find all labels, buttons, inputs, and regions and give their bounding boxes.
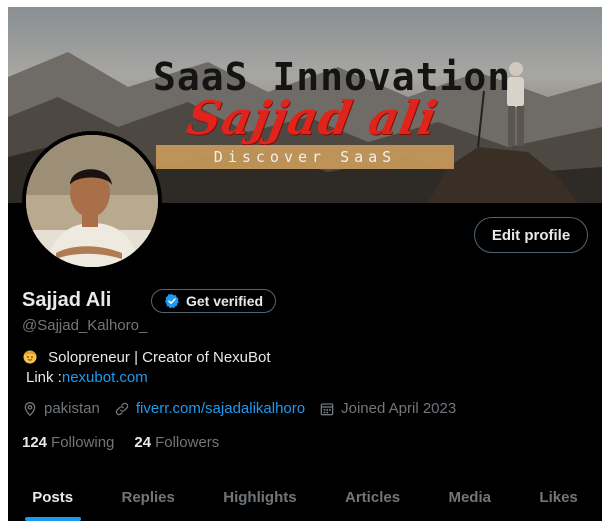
tab-articles[interactable]: Articles [321, 473, 424, 521]
website-link[interactable]: fiverr.com/sajadalikalhoro [136, 400, 305, 417]
tab-media[interactable]: Media [424, 473, 515, 521]
followers-label: Followers [155, 434, 220, 451]
bio-link-prefix: Link : [26, 369, 62, 386]
location-pin-icon [24, 401, 36, 416]
followers-link[interactable]: 24 Followers [134, 434, 219, 451]
tab-label: Likes [539, 488, 578, 506]
profile-tabs: Posts Replies Highlights Articles Media … [8, 473, 602, 521]
joined-text: Joined April 2023 [341, 400, 457, 417]
follow-stats: 124 Following 24 Followers [22, 434, 239, 451]
banner-strip-text: Discover SaaS [213, 148, 397, 166]
tab-likes[interactable]: Likes [515, 473, 602, 521]
verified-badge-icon [165, 294, 179, 309]
tab-replies[interactable]: Replies [97, 473, 199, 521]
bio-text: Solopreneur | Creator of NexuBot [48, 349, 271, 366]
followers-count: 24 [134, 434, 152, 451]
avatar[interactable] [22, 131, 162, 271]
tab-label: Articles [345, 488, 401, 506]
get-verified-button[interactable]: Get verified [151, 289, 277, 313]
profile-bio: Solopreneur | Creator of NexuBot Link :n… [22, 348, 271, 388]
tab-label: Media [448, 488, 491, 506]
bio-link[interactable]: nexubot.com [62, 369, 148, 386]
profile-page: SaaS Innovation Sajjad ali Discover SaaS… [8, 7, 602, 521]
tab-label: Highlights [223, 488, 297, 506]
banner-strip: Discover SaaS [156, 145, 454, 169]
location-text: pakistan [44, 400, 100, 417]
avatar-photo [26, 135, 158, 267]
following-count: 124 [22, 434, 48, 451]
location-item: pakistan [22, 400, 100, 417]
link-icon [115, 402, 129, 415]
profile-name: Sajjad Ali [22, 289, 112, 311]
bio-line-2: Link :nexubot.com [22, 368, 271, 388]
joined-item: Joined April 2023 [319, 400, 456, 417]
person-emoji-icon [23, 350, 37, 364]
following-label: Following [51, 434, 115, 451]
profile-meta: pakistan fiverr.com/sajadalikalhoro Join… [22, 400, 470, 417]
calendar-icon [320, 402, 334, 415]
active-tab-indicator [24, 517, 81, 521]
website-item: fiverr.com/sajadalikalhoro [114, 400, 305, 417]
following-link[interactable]: 124 Following [22, 434, 114, 451]
bio-line-1: Solopreneur | Creator of NexuBot [22, 348, 271, 368]
get-verified-label: Get verified [186, 293, 264, 309]
edit-profile-button[interactable]: Edit profile [474, 217, 588, 253]
tab-label: Posts [32, 488, 74, 506]
tab-label: Replies [121, 488, 175, 506]
banner-script-text: Sajjad ali [183, 91, 442, 145]
tab-highlights[interactable]: Highlights [199, 473, 321, 521]
profile-handle: @Sajjad_Kalhoro_ [22, 317, 148, 334]
tab-posts[interactable]: Posts [8, 473, 97, 521]
